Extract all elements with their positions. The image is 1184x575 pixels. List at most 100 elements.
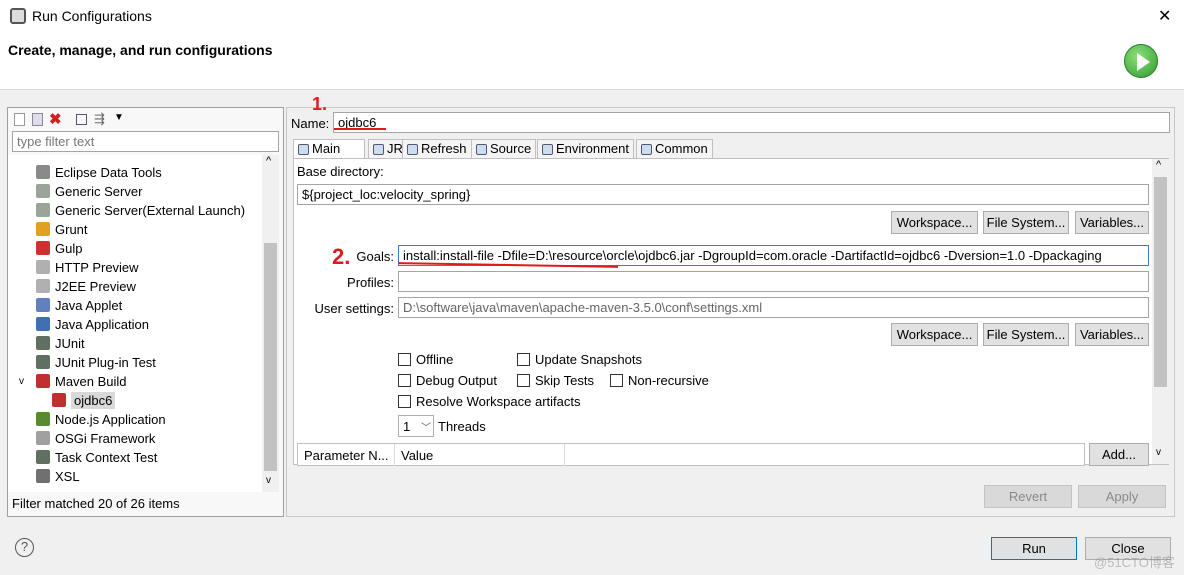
filter-input[interactable]: type filter text bbox=[12, 131, 279, 152]
tree-item[interactable]: Java Applet bbox=[36, 296, 122, 315]
osgi-icon bbox=[36, 431, 50, 445]
tree-item[interactable]: Task Context Test bbox=[36, 448, 157, 467]
java-app-icon bbox=[36, 317, 50, 331]
variables-button-2[interactable]: Variables... bbox=[1075, 323, 1149, 346]
tree-item[interactable]: JUnit bbox=[36, 334, 85, 353]
add-parameter-button[interactable]: Add... bbox=[1089, 443, 1149, 466]
title-bar: Run Configurations ✕ bbox=[0, 0, 1184, 32]
tab-environment[interactable]: Environment bbox=[537, 139, 634, 158]
tree-item-label: Eclipse Data Tools bbox=[55, 165, 162, 180]
run-button[interactable]: Run bbox=[991, 537, 1077, 560]
profiles-input[interactable] bbox=[398, 271, 1149, 292]
tree-item[interactable]: Eclipse Data Tools bbox=[36, 163, 162, 182]
tab-label: Common bbox=[655, 141, 708, 156]
apply-button[interactable]: Apply bbox=[1078, 485, 1166, 508]
update-snapshots-checkbox[interactable]: Update Snapshots bbox=[517, 352, 642, 367]
tree-item-label: Node.js Application bbox=[55, 412, 166, 427]
new-config-icon[interactable] bbox=[14, 113, 25, 126]
tree-item[interactable]: J2EE Preview bbox=[36, 277, 136, 296]
non-recursive-checkbox[interactable]: Non-recursive bbox=[610, 373, 709, 388]
junit-plugin-icon bbox=[36, 355, 50, 369]
tree-item[interactable]: Generic Server(External Launch) bbox=[36, 201, 245, 220]
tree-item[interactable]: Node.js Application bbox=[36, 410, 166, 429]
refresh-icon bbox=[407, 144, 418, 155]
tree-item-label: Grunt bbox=[55, 222, 88, 237]
dropdown-arrow-icon[interactable]: ▼ bbox=[114, 112, 124, 123]
resolve-workspace-checkbox[interactable]: Resolve Workspace artifacts bbox=[398, 394, 581, 409]
tree-item[interactable]: OSGi Framework bbox=[36, 429, 155, 448]
tab-label: Environment bbox=[556, 141, 629, 156]
xsl-icon bbox=[36, 469, 50, 483]
base-dir-input[interactable]: ${project_loc:velocity_spring} bbox=[297, 184, 1149, 205]
offline-checkbox[interactable]: Offline bbox=[398, 352, 453, 367]
file-system-button-2[interactable]: File System... bbox=[983, 323, 1069, 346]
user-settings-input[interactable]: D:\software\java\maven\apache-maven-3.5.… bbox=[398, 297, 1149, 318]
list-toolbar: ✖ ⇶ ▼ bbox=[12, 111, 142, 129]
offline-label: Offline bbox=[416, 352, 454, 367]
name-input[interactable]: ojdbc6 bbox=[333, 112, 1170, 133]
run-play-icon bbox=[1124, 44, 1158, 78]
workspace-button[interactable]: Workspace... bbox=[891, 211, 978, 234]
http-icon bbox=[36, 260, 50, 274]
server-icon bbox=[36, 203, 50, 217]
annotation-two: 2. bbox=[332, 244, 351, 269]
close-window-button[interactable]: ✕ bbox=[1158, 6, 1171, 26]
tree-item[interactable]: HTTP Preview bbox=[36, 258, 139, 277]
goals-input[interactable]: install:install-file -Dfile=D:\resource\… bbox=[398, 245, 1149, 266]
column-header-parameter[interactable]: Parameter N... bbox=[304, 448, 394, 463]
server-icon bbox=[36, 184, 50, 198]
tree-item-label: Task Context Test bbox=[55, 450, 158, 465]
help-icon[interactable]: ? bbox=[15, 538, 34, 557]
file-system-button[interactable]: File System... bbox=[983, 211, 1069, 234]
config-tabs: Main JRE Refresh Source Environment Common bbox=[293, 139, 1173, 159]
collapse-all-icon[interactable] bbox=[76, 114, 87, 125]
filter-icon[interactable]: ⇶ bbox=[94, 111, 105, 127]
dialog-header: Create, manage, and run configurations bbox=[0, 32, 1184, 90]
debug-output-checkbox[interactable]: Debug Output bbox=[398, 373, 497, 388]
name-label: Name: bbox=[291, 116, 330, 131]
main-tab-content: Base directory: ${project_loc:velocity_s… bbox=[293, 158, 1169, 466]
profiles-label: Profiles: bbox=[347, 275, 394, 290]
skip-tests-checkbox[interactable]: Skip Tests bbox=[517, 373, 594, 388]
tree-scrollbar[interactable]: ^ v bbox=[262, 155, 279, 492]
tree-item-label: Gulp bbox=[55, 241, 83, 256]
tab-common[interactable]: Common bbox=[636, 139, 713, 158]
grunt-icon bbox=[36, 222, 50, 236]
tab-label: Refresh bbox=[421, 141, 467, 156]
name-underline-annotation bbox=[334, 128, 386, 130]
tree-item[interactable]: XSL bbox=[36, 467, 80, 486]
tree-item-label: J2EE Preview bbox=[55, 279, 136, 294]
tree-item-label: Generic Server(External Launch) bbox=[55, 203, 246, 218]
threads-value: 1 bbox=[403, 419, 411, 434]
variables-button[interactable]: Variables... bbox=[1075, 211, 1149, 234]
column-header-value[interactable]: Value bbox=[401, 448, 433, 463]
tree-item[interactable]: v Maven Build bbox=[19, 372, 127, 391]
content-scrollbar[interactable]: ^ v bbox=[1152, 159, 1169, 464]
non-recursive-label: Non-recursive bbox=[628, 373, 709, 388]
tree-item[interactable]: Generic Server bbox=[36, 182, 142, 201]
tree-item[interactable]: ojdbc6 bbox=[52, 391, 116, 410]
tree-item-label: Generic Server bbox=[55, 184, 143, 199]
gulp-icon bbox=[36, 241, 50, 255]
workspace-button-2[interactable]: Workspace... bbox=[891, 323, 978, 346]
junit-icon bbox=[36, 336, 50, 350]
expand-chevron-icon[interactable]: v bbox=[19, 372, 24, 391]
applet-icon bbox=[36, 298, 50, 312]
tree-item[interactable]: Grunt bbox=[36, 220, 88, 239]
tree-item[interactable]: JUnit Plug-in Test bbox=[36, 353, 156, 372]
maven-icon bbox=[52, 393, 66, 407]
tab-source[interactable]: Source bbox=[471, 139, 537, 158]
delete-icon[interactable]: ✖ bbox=[49, 110, 62, 128]
config-editor: Name: ojdbc6 Main JRE Refresh Source Environ… bbox=[286, 107, 1175, 517]
revert-button[interactable]: Revert bbox=[984, 485, 1072, 508]
nodejs-icon bbox=[36, 412, 50, 426]
tab-main[interactable]: Main bbox=[293, 139, 365, 159]
tree-item-label: XSL bbox=[55, 469, 80, 484]
tree-item[interactable]: Gulp bbox=[36, 239, 82, 258]
watermark: @51CTO博客 bbox=[1094, 555, 1175, 570]
threads-select[interactable]: 1 ﹀ bbox=[398, 415, 434, 437]
tree-item[interactable]: Java Application bbox=[36, 315, 149, 334]
tab-refresh[interactable]: Refresh bbox=[402, 139, 472, 158]
duplicate-icon[interactable] bbox=[32, 113, 43, 126]
tree-item-label: OSGi Framework bbox=[55, 431, 156, 446]
